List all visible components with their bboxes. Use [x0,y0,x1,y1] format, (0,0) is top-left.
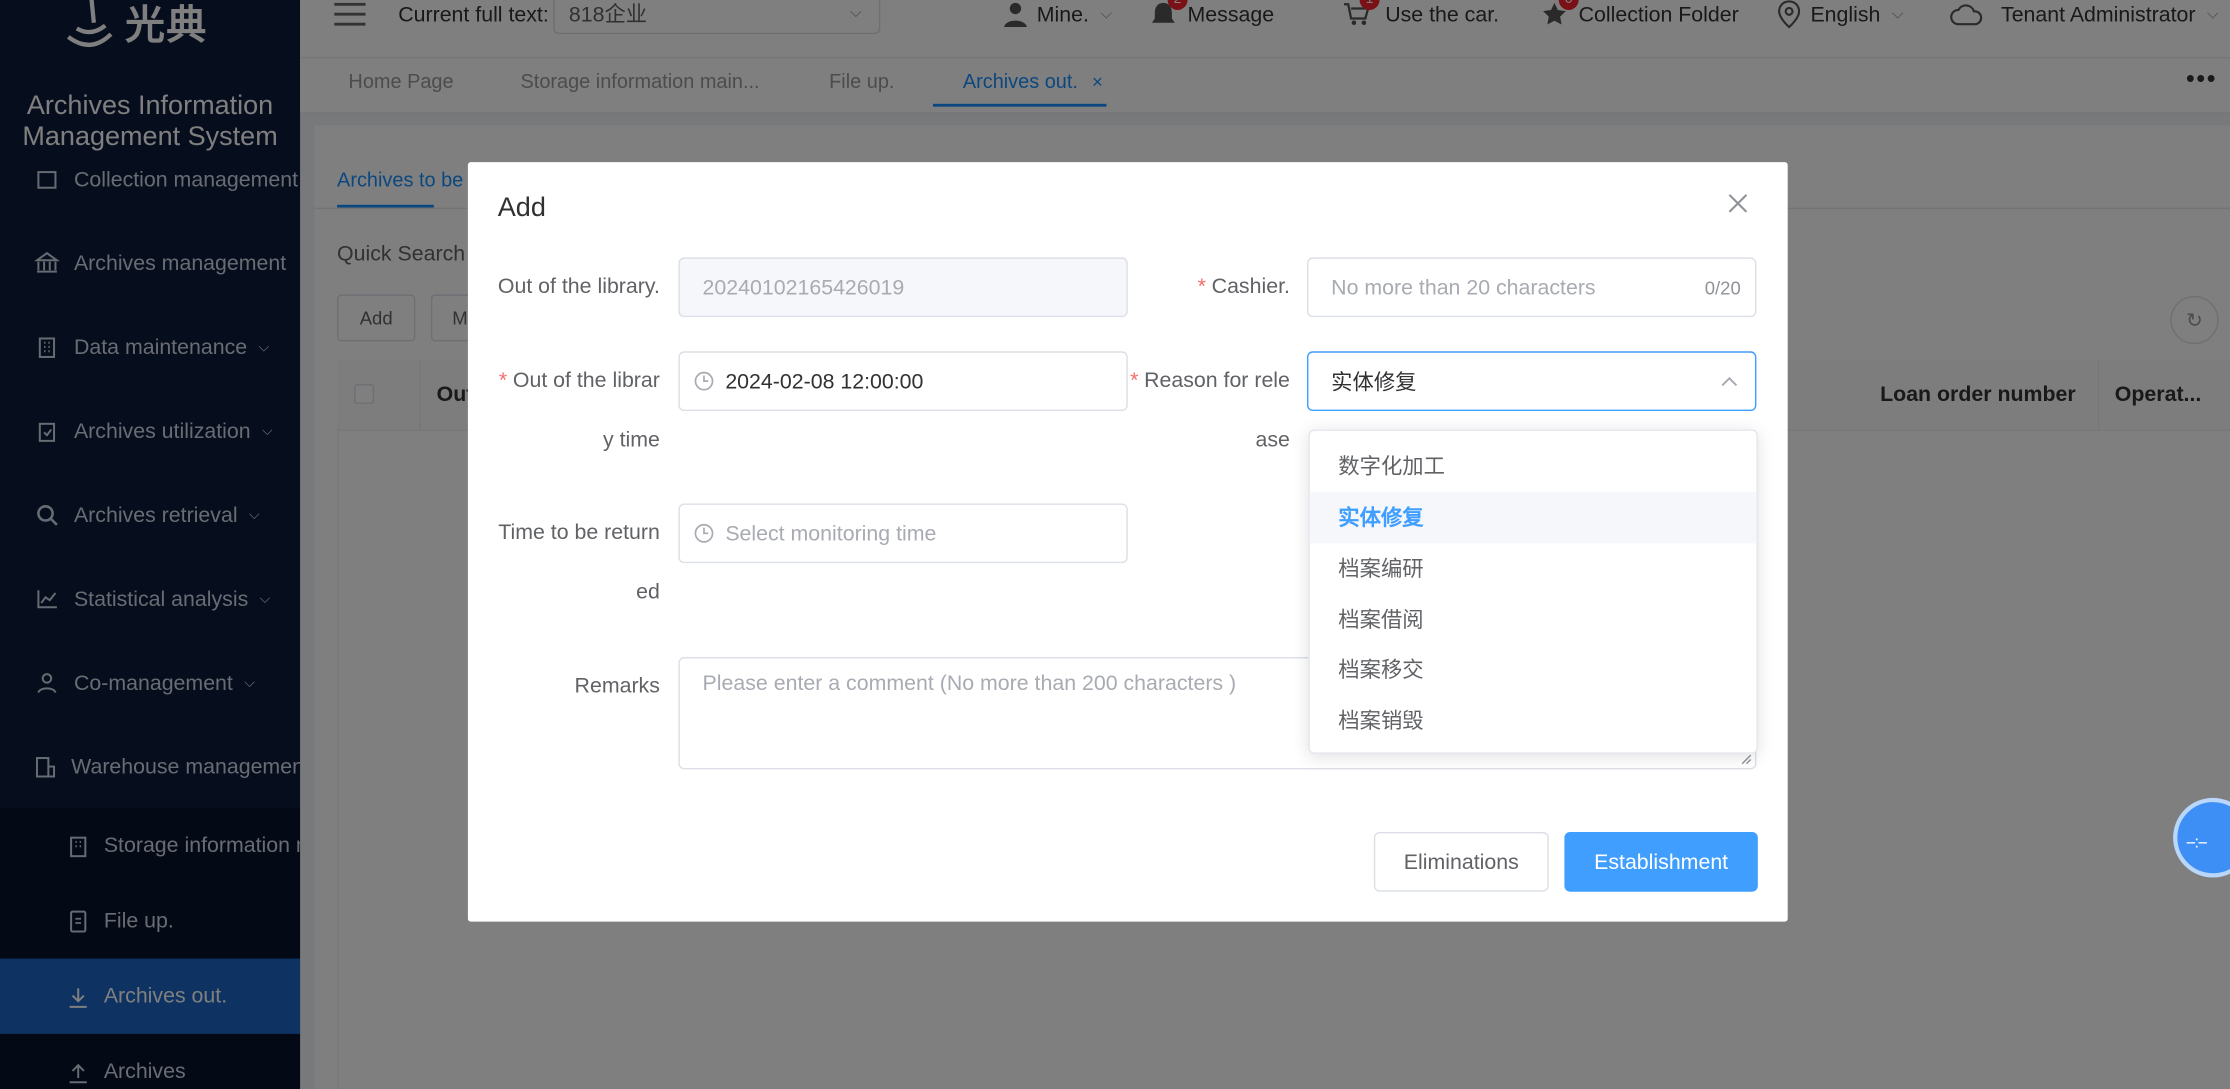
reason-dropdown: 数字化加工 实体修复 档案编研 档案借阅 档案移交 档案销毁 [1308,429,1758,754]
return-time-placeholder: Select monitoring time [725,521,937,546]
dropdown-option[interactable]: 档案借阅 [1310,594,1757,645]
label-text: Reason for rele [1144,368,1290,393]
required-mark: * [498,368,508,393]
reason-select-value: 实体修复 [1331,369,1417,395]
label-text: Out of the librar [512,368,660,393]
eliminations-button[interactable]: Eliminations [1373,831,1549,892]
chevron-up-icon [1721,376,1738,387]
cashier-placeholder: No more than 20 characters [1331,275,1596,300]
assistant-clock-icon: --:-- [2185,831,2208,852]
cashier-input[interactable]: No more than 20 characters 0/20 [1306,257,1757,318]
dropdown-option[interactable]: 档案移交 [1310,644,1757,695]
remarks-label: Remarks [574,674,660,699]
remarks-placeholder: Please enter a comment (No more than 200… [702,671,1237,696]
label-text: ase [1255,428,1290,453]
label-text: Out of the library. [497,274,660,299]
label-text: ed [636,580,660,605]
label-text: Time to be return [498,520,660,545]
cashier-label: * Cashier. [1136,257,1290,317]
label-text: y time [602,428,660,453]
cashier-char-count: 0/20 [1704,276,1741,298]
required-mark: * [1130,368,1139,393]
return-time-picker[interactable]: Select monitoring time [678,503,1128,564]
clock-icon [694,371,714,391]
out-time-picker[interactable]: 2024-02-08 12:00:00 [678,351,1128,412]
dialog-title: Add [497,193,546,224]
out-time-value: 2024-02-08 12:00:00 [725,369,924,394]
reason-select[interactable]: 实体修复 [1306,351,1757,412]
out-of-library-value: 20240102165426019 [702,275,905,300]
clock-icon [694,523,714,543]
out-of-library-input[interactable]: 20240102165426019 [678,257,1128,318]
reason-label: * Reason for rele ase [1125,351,1290,470]
dropdown-option-selected[interactable]: 实体修复 [1309,492,1757,544]
dropdown-option[interactable]: 档案编研 [1310,543,1757,594]
resize-handle-icon[interactable] [1741,754,1752,765]
out-of-library-label: Out of the library. [468,257,660,317]
return-time-label: Time to be return ed [468,503,660,622]
required-mark: * [1197,274,1206,299]
establishment-button[interactable]: Establishment [1564,831,1758,892]
label-text: Cashier. [1211,274,1290,299]
dropdown-option[interactable]: 档案销毁 [1310,695,1757,746]
dropdown-option[interactable]: 数字化加工 [1310,441,1757,492]
out-time-label: * Out of the librar y time [468,351,660,470]
close-icon[interactable] [1728,193,1751,216]
